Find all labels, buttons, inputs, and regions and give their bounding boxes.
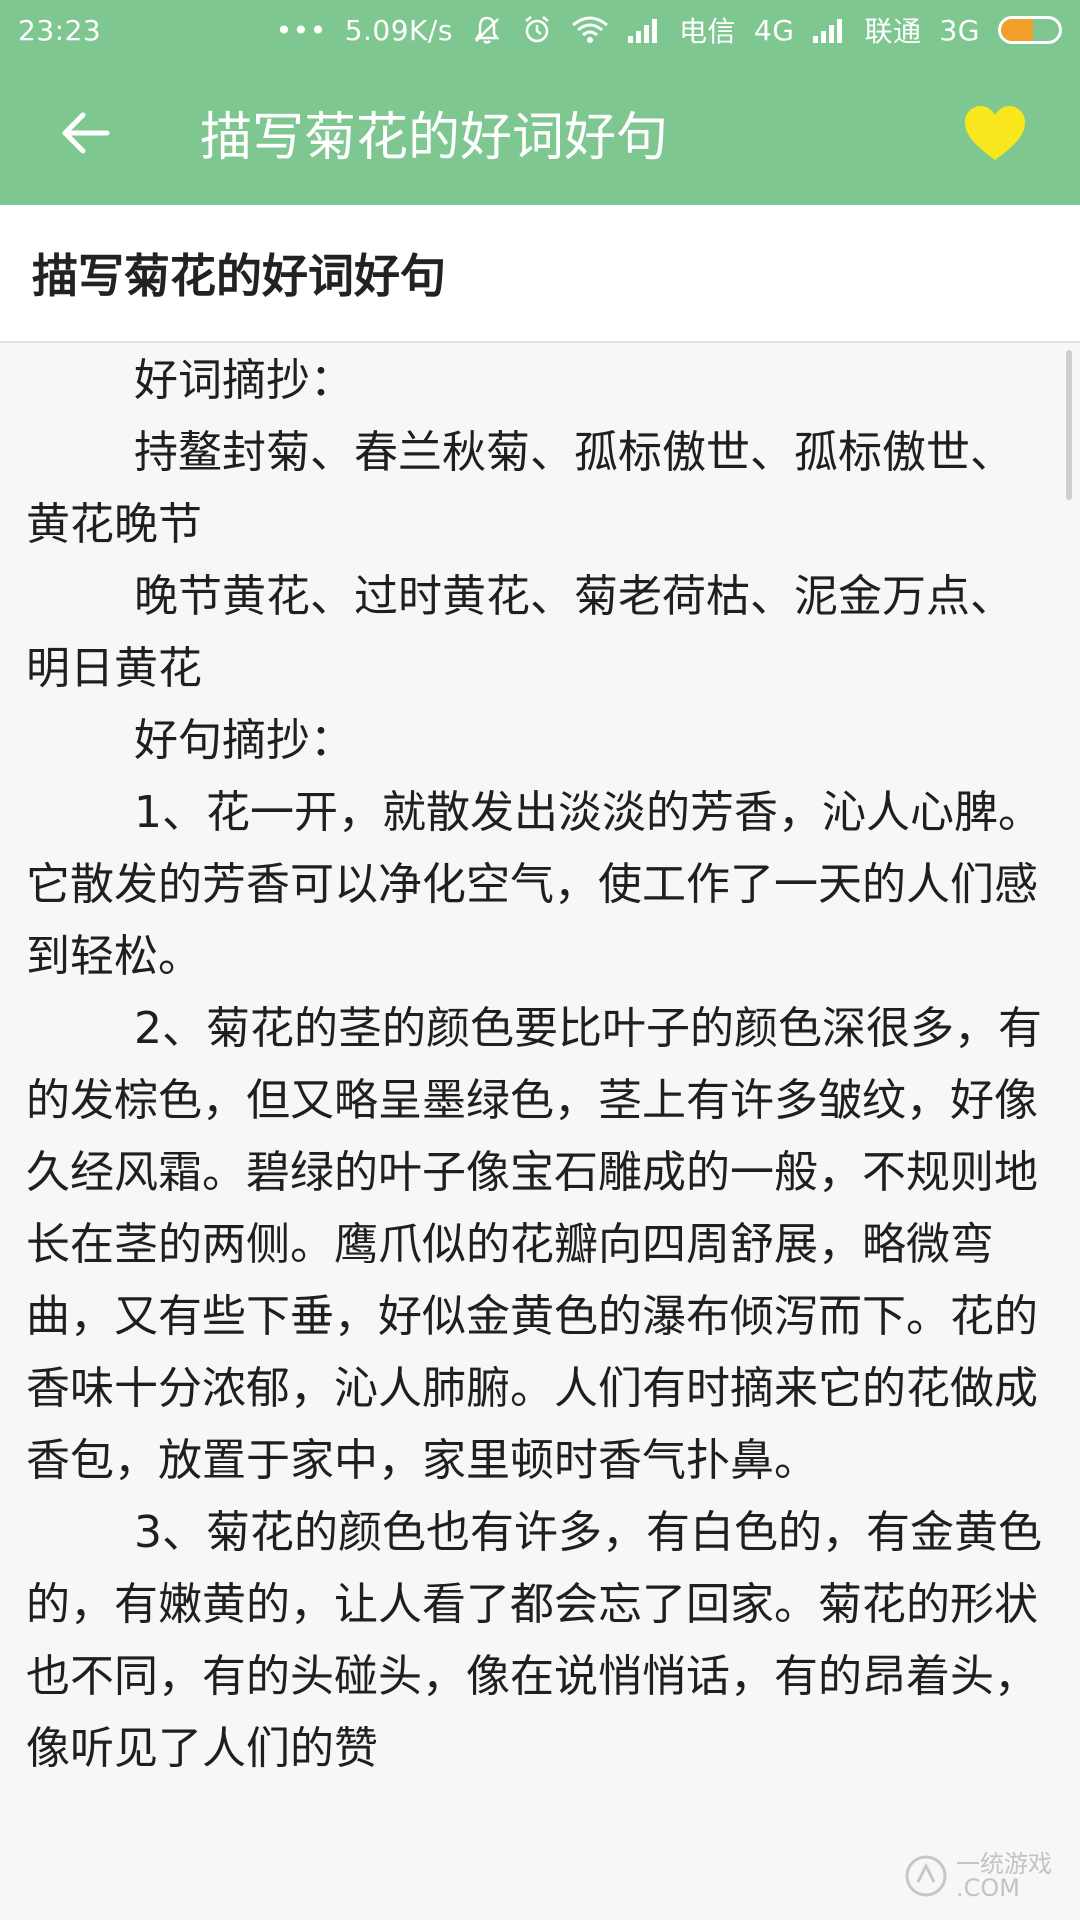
alarm-icon [521,14,553,46]
arrow-left-icon [62,112,110,153]
status-left: 23:23 [18,14,101,47]
paragraph: 1、花一开，就散发出淡淡的芳香，沁人心脾。它散发的芳香可以净化空气，使工作了一天… [26,787,1042,982]
heart-icon [965,105,1025,160]
app-bar: 描写菊花的好词好句 [0,60,1080,205]
status-bar: 23:23 ••• 5.09K/s 电信 4G 联通 3G [0,0,1080,60]
wifi-icon [571,15,609,45]
paragraph: 2、菊花的茎的颜色要比叶子的颜色深很多，有的发棕色，但又略呈墨绿色，茎上有许多皱… [26,1003,1042,1486]
back-button[interactable] [40,88,130,178]
watermark: 一统游戏 .COM [904,1852,1052,1900]
battery-icon [998,16,1062,44]
watermark-text: 一统游戏 [956,1850,1052,1878]
battery-level [1001,19,1033,41]
article-header: 描写菊花的好词好句 [0,205,1080,343]
watermark-sub: .COM [956,1874,1020,1902]
scrollbar[interactable] [1066,350,1072,500]
status-right: ••• 5.09K/s 电信 4G 联通 3G [276,10,1062,50]
paragraph: 3、菊花的颜色也有许多，有白色的，有金黄色的，有嫩黄的，让人看了都会忘了回家。菊… [26,1507,1042,1774]
signal-icon [812,16,846,44]
status-dots: ••• [275,13,327,47]
carrier-1: 电信 [678,15,736,48]
signal-icon [627,16,661,44]
watermark-text-group: 一统游戏 .COM [956,1852,1052,1900]
mute-icon [471,14,503,46]
carrier-2: 联通 [864,15,922,48]
status-time: 23:23 [18,13,102,47]
network-speed: 5.09K/s [344,13,453,47]
favorite-button[interactable] [950,88,1040,178]
article-content: 好词摘抄： 持鳌封菊、春兰秋菊、孤标傲世、孤标傲世、黄花晚节 晚节黄花、过时黄花… [26,345,1046,1785]
network-type-2: 3G [939,13,980,47]
watermark-logo-icon [905,1855,947,1897]
paragraph: 好词摘抄： [134,355,354,406]
paragraph: 持鳌封菊、春兰秋菊、孤标傲世、孤标傲世、黄花晚节 [26,427,1014,550]
paragraph: 好句摘抄： [134,715,354,766]
network-type-1: 4G [753,13,795,47]
article-title: 描写菊花的好词好句 [32,249,446,303]
app-bar-title: 描写菊花的好词好句 [200,108,669,168]
paragraph: 晚节黄花、过时黄花、菊老荷枯、泥金万点、明日黄花 [26,571,1014,694]
